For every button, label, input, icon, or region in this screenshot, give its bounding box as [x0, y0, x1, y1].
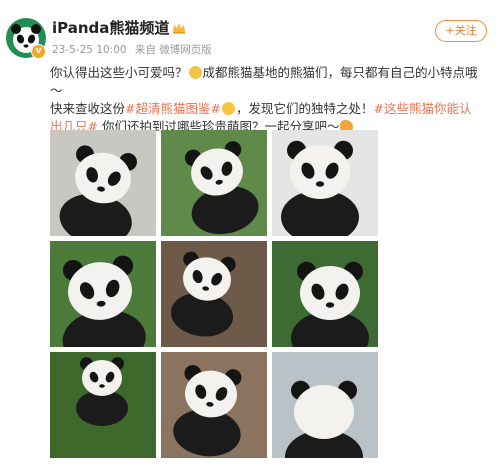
- post-source: 来自 微博网页版: [134, 44, 212, 56]
- panda-photo-2[interactable]: [161, 130, 267, 236]
- panda-photo-7[interactable]: [50, 352, 156, 458]
- photo-grid: [50, 130, 378, 458]
- post-text: 你认得出这些小可爱吗？ 成都熊猫基地的熊猫们，每只都有自己的小特点哦～ 快来查收这…: [50, 64, 480, 136]
- crown-icon: [173, 23, 186, 34]
- hashtag-link[interactable]: #超清熊猫图鉴#: [125, 101, 221, 116]
- follow-button[interactable]: +关注: [435, 20, 487, 42]
- panda-photo-4[interactable]: [50, 241, 156, 347]
- smile-emoji-icon: [221, 102, 235, 115]
- timestamp[interactable]: 23-5-25 10:00: [52, 44, 127, 56]
- panda-photo-5[interactable]: [161, 241, 267, 347]
- panda-photo-1[interactable]: [50, 130, 156, 236]
- post-meta: 23-5-25 10:00 来自 微博网页版: [52, 42, 217, 57]
- post-text-part: ，发现它们的独特之处！: [235, 101, 374, 116]
- username-text[interactable]: iPanda熊猫频道: [52, 19, 169, 37]
- panda-photo-8[interactable]: [161, 352, 267, 458]
- panda-photo-6[interactable]: [272, 241, 378, 347]
- face-emoji-icon: [188, 66, 202, 79]
- post-text-part: 你认得出这些小可爱吗？: [50, 65, 188, 80]
- verified-badge-icon: v: [31, 44, 46, 59]
- username[interactable]: iPanda熊猫频道: [52, 17, 186, 38]
- panda-photo-3[interactable]: [272, 130, 378, 236]
- post-text-part: 快来查收这份: [50, 101, 126, 116]
- weibo-post: v iPanda熊猫频道 23-5-25 10:00 来自 微博网页版 +关注 …: [0, 0, 499, 469]
- panda-photo-9[interactable]: [272, 352, 378, 458]
